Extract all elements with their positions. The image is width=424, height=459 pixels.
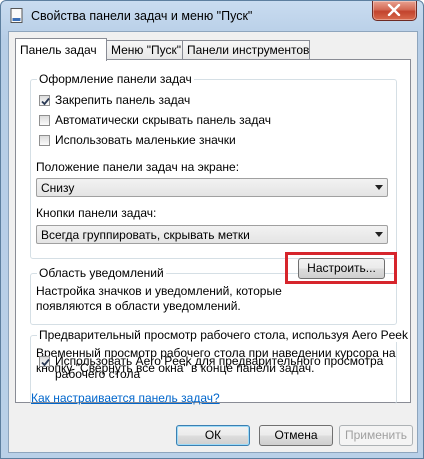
window-title: Свойства панели задач и меню "Пуск" bbox=[31, 9, 253, 23]
checkbox-box[interactable] bbox=[39, 355, 50, 367]
tab-toolbars[interactable]: Панели инструментов bbox=[182, 40, 310, 60]
apply-button[interactable]: Применить bbox=[339, 425, 413, 446]
properties-window: Свойства панели задач и меню "Пуск" Пане… bbox=[0, 0, 424, 459]
help-link[interactable]: Как настраивается панель задач? bbox=[31, 391, 220, 405]
checkbox-box[interactable] bbox=[39, 114, 50, 126]
taskbar-position-select[interactable]: Снизу bbox=[36, 178, 388, 197]
appearance-group-label: Оформление панели задач bbox=[37, 72, 194, 86]
lock-taskbar-checkbox[interactable]: Закрепить панель задач bbox=[39, 92, 190, 108]
small-icons-checkbox[interactable]: Использовать маленькие значки bbox=[39, 132, 236, 148]
taskbar-buttons-select[interactable]: Всегда группировать, скрывать метки bbox=[36, 225, 388, 244]
title-bar[interactable]: Свойства панели задач и меню "Пуск" bbox=[1, 1, 423, 31]
aero-peek-checkbox-label-line2: рабочего стола bbox=[55, 367, 141, 381]
chevron-down-icon bbox=[375, 232, 383, 237]
notification-area-group-label: Область уведомлений bbox=[37, 266, 166, 280]
autohide-taskbar-label: Автоматически скрывать панель задач bbox=[55, 113, 272, 127]
tab-start-menu[interactable]: Меню "Пуск" bbox=[106, 40, 188, 60]
close-button[interactable] bbox=[372, 1, 417, 21]
taskbar-buttons-value: Всегда группировать, скрывать метки bbox=[41, 228, 250, 242]
notification-description-line2: появляются в области уведомлений. bbox=[36, 299, 241, 313]
autohide-taskbar-checkbox[interactable]: Автоматически скрывать панель задач bbox=[39, 112, 271, 128]
dialog-client-area: Панель задач Меню "Пуск" Панели инструме… bbox=[8, 31, 418, 453]
checkmark-icon bbox=[41, 358, 50, 366]
checkbox-box[interactable] bbox=[39, 94, 50, 106]
highlight-box bbox=[285, 252, 397, 284]
taskbar-position-value: Снизу bbox=[41, 181, 75, 195]
small-icons-label: Использовать маленькие значки bbox=[55, 133, 236, 147]
notification-description-line1: Настройка значков и уведомлений, которые bbox=[36, 284, 282, 298]
aero-peek-group-label: Предварительный просмотр рабочего стола,… bbox=[37, 328, 410, 342]
appearance-group: Оформление панели задач Закрепить панель… bbox=[30, 72, 397, 259]
aero-peek-checkbox-label: Использовать Aero Peek для предварительн… bbox=[55, 354, 384, 368]
tab-taskbar[interactable]: Панель задач bbox=[15, 38, 107, 61]
cancel-button[interactable]: Отмена bbox=[259, 425, 333, 446]
checkmark-icon bbox=[41, 97, 50, 105]
tab-panel-taskbar: Оформление панели задач Закрепить панель… bbox=[15, 59, 411, 404]
ok-button[interactable]: ОК bbox=[176, 425, 250, 446]
close-icon bbox=[387, 4, 401, 16]
taskbar-properties-icon bbox=[10, 8, 24, 24]
lock-taskbar-label: Закрепить панель задач bbox=[55, 93, 191, 107]
chevron-down-icon bbox=[375, 185, 383, 190]
taskbar-position-label: Положение панели задач на экране: bbox=[36, 160, 240, 174]
taskbar-buttons-label: Кнопки панели задач: bbox=[36, 206, 157, 220]
checkbox-box[interactable] bbox=[39, 134, 50, 146]
